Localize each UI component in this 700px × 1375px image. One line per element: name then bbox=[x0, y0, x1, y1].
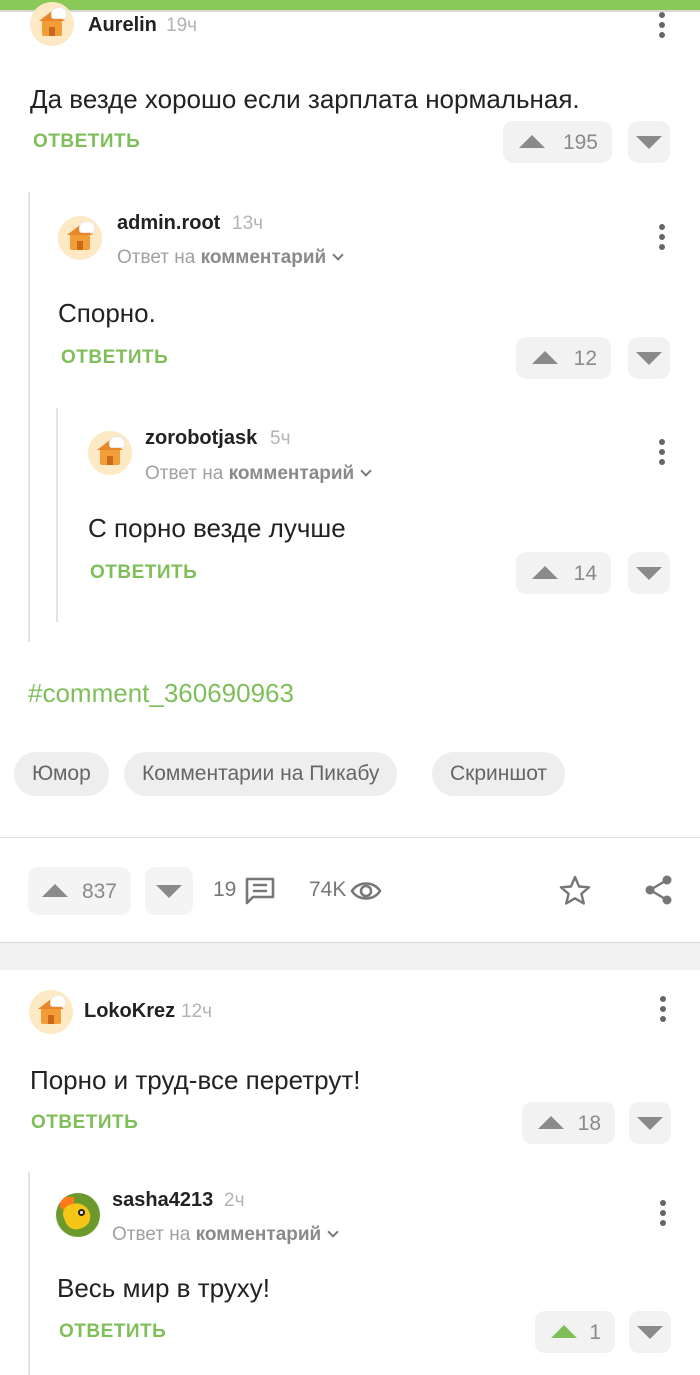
more-icon[interactable] bbox=[657, 439, 667, 467]
reply-button[interactable]: ОТВЕТИТЬ bbox=[61, 347, 168, 369]
comment-author[interactable]: admin.root bbox=[117, 212, 220, 235]
downvote-button[interactable] bbox=[628, 337, 670, 379]
reply-to-link[interactable]: Ответ на комментарий bbox=[145, 463, 372, 485]
top-accent-bar bbox=[0, 0, 700, 12]
arrow-up-icon bbox=[519, 135, 545, 148]
tag-pikabu-comments[interactable]: Комментарии на Пикабу bbox=[124, 752, 398, 796]
post-downvote-button[interactable] bbox=[145, 867, 193, 915]
avatar[interactable] bbox=[30, 2, 74, 46]
chevron-down-icon[interactable] bbox=[360, 465, 372, 477]
post-rating: 837 bbox=[81, 880, 117, 903]
comment-time: 5ч bbox=[270, 428, 291, 449]
upvote-button[interactable]: 195 bbox=[503, 121, 612, 163]
arrow-down-icon bbox=[636, 136, 662, 149]
downvote-button[interactable] bbox=[628, 121, 670, 163]
downvote-button[interactable] bbox=[629, 1311, 671, 1353]
more-icon[interactable] bbox=[657, 224, 667, 252]
comment-time: 13ч bbox=[232, 213, 264, 234]
reply-to-prefix: Ответ на bbox=[145, 463, 224, 484]
upvote-button[interactable]: 14 bbox=[516, 552, 611, 594]
arrow-down-icon bbox=[637, 1117, 663, 1130]
reply-to-target[interactable]: комментарий bbox=[196, 1224, 322, 1245]
vote-count: 14 bbox=[573, 562, 597, 585]
avatar[interactable] bbox=[58, 216, 102, 260]
vote-count: 195 bbox=[562, 131, 598, 154]
post-separator bbox=[0, 942, 700, 970]
reply-button[interactable]: ОТВЕТИТЬ bbox=[90, 562, 197, 584]
comment-hashtag-link[interactable]: #comment_360690963 bbox=[28, 678, 294, 709]
comment-time: 12ч bbox=[181, 1001, 213, 1022]
thread-line bbox=[56, 408, 58, 622]
reply-to-target[interactable]: комментарий bbox=[229, 463, 355, 484]
chevron-down-icon[interactable] bbox=[327, 1226, 339, 1238]
comment-icon[interactable] bbox=[244, 876, 276, 906]
comment-author[interactable]: Aurelin bbox=[88, 14, 157, 37]
comment-text: Да везде хорошо если зарплата нормальная… bbox=[30, 84, 580, 114]
upvote-button[interactable]: 1 bbox=[535, 1311, 615, 1353]
reply-to-prefix: Ответ на bbox=[117, 247, 196, 268]
reply-button[interactable]: ОТВЕТИТЬ bbox=[31, 1112, 138, 1134]
divider bbox=[0, 837, 700, 838]
comment-text: Порно и труд-все перетрут! bbox=[30, 1065, 361, 1095]
comment-author[interactable]: zorobotjask bbox=[145, 427, 257, 450]
tag-screenshot[interactable]: Скриншот bbox=[432, 752, 566, 796]
thread-line bbox=[28, 192, 30, 642]
arrow-down-icon bbox=[156, 885, 182, 898]
comment-author[interactable]: sasha4213 bbox=[112, 1189, 213, 1212]
vote-count: 1 bbox=[589, 1321, 601, 1344]
comment-text: С порно везде лучше bbox=[88, 513, 346, 543]
arrow-up-icon bbox=[551, 1325, 577, 1338]
avatar[interactable] bbox=[29, 990, 73, 1034]
comment-text: Весь мир в труху! bbox=[57, 1273, 270, 1303]
vote-count: 18 bbox=[577, 1112, 601, 1135]
arrow-down-icon bbox=[637, 1326, 663, 1339]
reply-to-link[interactable]: Ответ на комментарий bbox=[117, 247, 344, 269]
more-icon[interactable] bbox=[658, 1200, 668, 1228]
chevron-down-icon[interactable] bbox=[332, 249, 344, 261]
reply-button[interactable]: ОТВЕТИТЬ bbox=[33, 131, 140, 153]
more-icon[interactable] bbox=[658, 996, 668, 1024]
views-count: 74K bbox=[309, 878, 347, 901]
arrow-down-icon bbox=[636, 352, 662, 365]
comment-time: 2ч bbox=[224, 1190, 245, 1211]
more-icon[interactable] bbox=[657, 12, 667, 40]
arrow-up-icon bbox=[42, 884, 68, 897]
vote-count: 12 bbox=[573, 347, 597, 370]
avatar[interactable] bbox=[56, 1193, 100, 1237]
avatar[interactable] bbox=[88, 431, 132, 475]
arrow-down-icon bbox=[636, 567, 662, 580]
thread-line bbox=[28, 1172, 30, 1375]
reply-to-prefix: Ответ на bbox=[112, 1224, 191, 1245]
comment-text: Спорно. bbox=[58, 298, 156, 328]
arrow-up-icon bbox=[538, 1116, 564, 1129]
downvote-button[interactable] bbox=[628, 552, 670, 594]
comment-author[interactable]: LokoKrez bbox=[84, 1000, 175, 1023]
arrow-up-icon bbox=[532, 566, 558, 579]
reply-to-link[interactable]: Ответ на комментарий bbox=[112, 1224, 339, 1246]
downvote-button[interactable] bbox=[629, 1102, 671, 1144]
reply-to-target[interactable]: комментарий bbox=[201, 247, 327, 268]
tag-humor[interactable]: Юмор bbox=[14, 752, 109, 796]
upvote-button[interactable]: 18 bbox=[522, 1102, 615, 1144]
upvote-button[interactable]: 12 bbox=[516, 337, 611, 379]
post-upvote-button[interactable]: 837 bbox=[28, 867, 131, 915]
eye-icon bbox=[350, 882, 382, 900]
star-icon[interactable] bbox=[558, 874, 592, 906]
share-icon[interactable] bbox=[643, 874, 675, 906]
comment-time: 19ч bbox=[166, 15, 198, 36]
arrow-up-icon bbox=[532, 351, 558, 364]
reply-button[interactable]: ОТВЕТИТЬ bbox=[59, 1321, 166, 1343]
comments-count[interactable]: 19 bbox=[213, 878, 236, 902]
